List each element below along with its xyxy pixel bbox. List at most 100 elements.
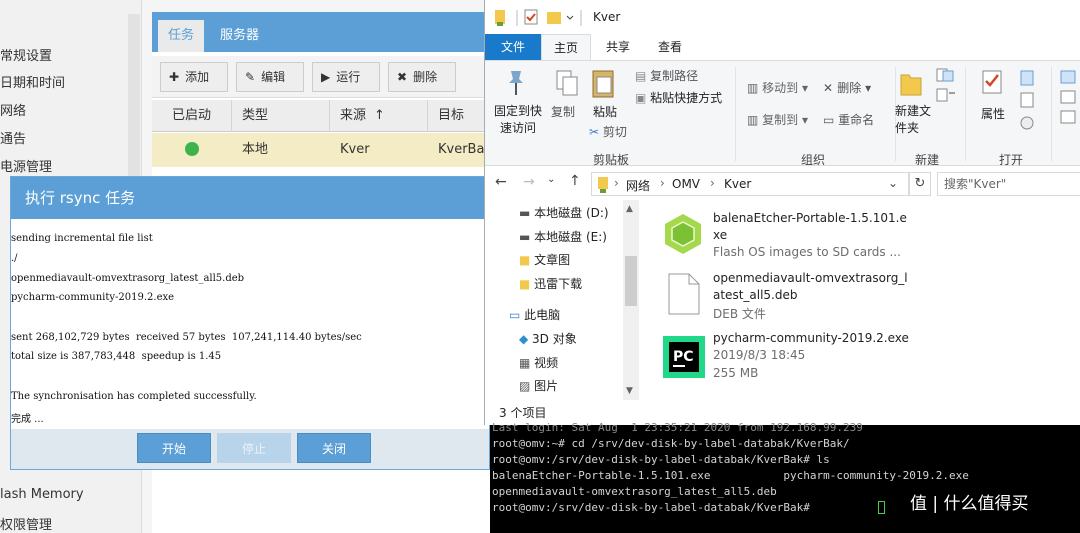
close-icon: ✖	[397, 70, 408, 84]
copy-to-button[interactable]: ▥ 复制到 ▾	[747, 111, 808, 128]
col-source[interactable]: 来源 ↑	[330, 100, 428, 132]
scroll-down-icon[interactable]: ▼	[626, 386, 633, 396]
sidebar-item-general[interactable]: 常规设置	[0, 45, 52, 64]
log-line: pycharm-community-2019.2.exe	[11, 292, 175, 303]
pin-quick-access-button[interactable]: 固定到快速访问	[493, 103, 543, 137]
enabled-status-icon	[185, 142, 199, 156]
sidebar-item-power[interactable]: 电源管理	[0, 156, 52, 175]
breadcrumb-separator-icon: ›	[660, 176, 665, 190]
sidebar-item-permissions[interactable]: 权限管理	[0, 514, 52, 533]
terminal-line: root@omv:/srv/dev-disk-by-label-databak/…	[492, 453, 830, 466]
file-name-line: xe	[713, 228, 728, 242]
dialog-title[interactable]: 执行 rsync 任务	[11, 177, 489, 219]
nav-item-3d-objects[interactable]: ◆ 3D 对象	[519, 328, 577, 350]
rename-icon: ▭	[823, 113, 839, 127]
cut-button[interactable]: ✂ 剪切	[589, 123, 627, 140]
delete-button[interactable]: ✖ 删除	[388, 62, 456, 92]
copy-button[interactable]: 复制	[551, 103, 575, 120]
add-button[interactable]: ✚ 添加	[160, 62, 228, 92]
copy-path-button[interactable]: ▤ 复制路径	[635, 67, 698, 84]
tab-file[interactable]: 文件	[485, 34, 541, 60]
nav-item-this-pc[interactable]: ▭ 此电脑	[509, 304, 560, 326]
file-name-line: atest_all5.deb	[713, 288, 798, 302]
pin-icon	[509, 71, 523, 95]
tab-view[interactable]: 查看	[645, 34, 695, 60]
file-name-line: pycharm-community-2019.2.exe	[713, 331, 909, 345]
breadcrumb-separator-icon: ›	[614, 176, 619, 190]
computer-icon: ▭	[509, 308, 525, 322]
col-type[interactable]: 类型	[232, 100, 330, 132]
open-group-icons[interactable]	[1017, 69, 1041, 133]
delete-x-icon: ✕	[823, 81, 838, 95]
nav-item-pictures[interactable]: ▨ 图片	[519, 375, 558, 397]
sort-asc-icon: ↑	[374, 108, 385, 123]
delete-file-button[interactable]: ✕ 删除 ▾	[823, 79, 871, 96]
breadcrumb-kver[interactable]: Kver	[724, 177, 751, 191]
terminal-line: root@omv:~# cd /srv/dev-disk-by-label-da…	[492, 437, 850, 450]
log-line: sent 268,102,729 bytes received 57 bytes…	[11, 332, 362, 343]
drive-icon: ▬	[519, 230, 535, 244]
col-enabled[interactable]: 已启动	[152, 100, 232, 132]
close-button[interactable]: 关闭	[297, 433, 371, 463]
recent-locations-icon[interactable]: ⌄	[547, 174, 555, 185]
move-to-icon: ▥	[747, 81, 763, 95]
stop-button[interactable]: 停止	[217, 433, 291, 463]
table-row[interactable]: 本地 Kver KverBak	[152, 133, 492, 167]
grid-header: 已启动 类型 来源 ↑ 目标	[152, 100, 490, 132]
select-group-icons[interactable]	[1059, 69, 1079, 129]
col-target[interactable]: 目标	[428, 100, 490, 132]
nav-item-wenzhangtu[interactable]: ■ 文章图	[519, 249, 570, 271]
new-item-icons[interactable]	[935, 67, 961, 107]
scroll-thumb[interactable]	[625, 256, 637, 306]
ssh-terminal[interactable]: Last login: Sat Aug 1 23:35:21 2020 from…	[490, 421, 1080, 533]
run-button[interactable]: ▶ 运行	[312, 62, 380, 92]
start-button[interactable]: 开始	[137, 433, 211, 463]
tab-server[interactable]: 服务器	[210, 20, 269, 52]
pencil-icon: ✎	[245, 70, 256, 84]
chevron-down-icon[interactable]: ⌄	[888, 176, 898, 190]
new-folder-icon	[900, 74, 922, 96]
paste-button[interactable]: 粘贴	[593, 103, 617, 120]
tab-share[interactable]: 共享	[593, 34, 643, 60]
breadcrumb-omv[interactable]: OMV	[672, 177, 700, 191]
nav-item-drive-d[interactable]: ▬ 本地磁盘 (D:)	[519, 202, 609, 224]
properties-button[interactable]: 属性	[981, 105, 1005, 122]
nav-item-xunlei[interactable]: ■ 迅雷下载	[519, 273, 582, 295]
properties-icon	[982, 70, 1002, 94]
paste-shortcut-button[interactable]: ▣ 粘贴快捷方式	[635, 89, 722, 106]
terminal-prompt: root@omv:/srv/dev-disk-by-label-databak/…	[492, 501, 817, 514]
tab-home[interactable]: 主页	[541, 34, 591, 60]
new-folder-button[interactable]: 新建文件夹	[895, 103, 931, 137]
breadcrumb-network[interactable]: 网络	[626, 177, 650, 194]
tab-tasks[interactable]: 任务	[158, 20, 205, 52]
cell-source: Kver	[340, 142, 370, 157]
forward-arrow-icon[interactable]: →	[523, 174, 535, 190]
rename-button[interactable]: ▭ 重命名	[823, 111, 874, 128]
group-new: 新建	[915, 153, 940, 167]
sidebar-item-notification[interactable]: 通告	[0, 128, 26, 147]
group-open: 打开	[999, 153, 1024, 167]
nav-scrollbar[interactable]: ▲ ▼	[623, 200, 639, 400]
sidebar-item-flash-memory[interactable]: lash Memory	[0, 487, 84, 502]
file-name-line: balenaEtcher-Portable-1.5.101.e	[713, 211, 907, 225]
nav-item-videos[interactable]: ▦ 视频	[519, 352, 558, 374]
quick-access-toolbar-icons[interactable]	[493, 8, 593, 28]
sidebar-item-datetime[interactable]: 日期和时间	[0, 72, 65, 91]
nav-item-drive-e[interactable]: ▬ 本地磁盘 (E:)	[519, 226, 607, 248]
paste-icon	[592, 70, 614, 98]
watermark-text: 值 | 什么值得买	[910, 494, 1029, 514]
refresh-icon[interactable]: ↻	[909, 172, 931, 196]
search-input[interactable]: 搜索"Kver"	[937, 172, 1080, 196]
back-arrow-icon[interactable]: ←	[495, 174, 507, 190]
rsync-log: sending incremental file list ./ openmed…	[11, 227, 489, 427]
file-explorer-window: Kver 文件 主页 共享 查看 固定到快速访问 复制 粘贴 ▤ 复制路径 ▣ …	[484, 0, 1080, 425]
edit-button[interactable]: ✎ 编辑	[236, 62, 304, 92]
scroll-up-icon[interactable]: ▲	[626, 204, 633, 214]
file-date: 2019/8/3 18:45	[713, 348, 806, 362]
move-to-button[interactable]: ▥ 移动到 ▾	[747, 79, 808, 96]
up-arrow-icon[interactable]: ↑	[569, 173, 581, 189]
ribbon: 固定到快速访问 复制 粘贴 ▤ 复制路径 ▣ 粘贴快捷方式 ✂ 剪切 剪贴板 ▥…	[485, 60, 1080, 167]
address-input[interactable]: › 网络 › OMV › Kver ⌄	[591, 172, 909, 196]
ribbon-divider	[965, 67, 966, 161]
sidebar-item-network[interactable]: 网络	[0, 100, 26, 119]
